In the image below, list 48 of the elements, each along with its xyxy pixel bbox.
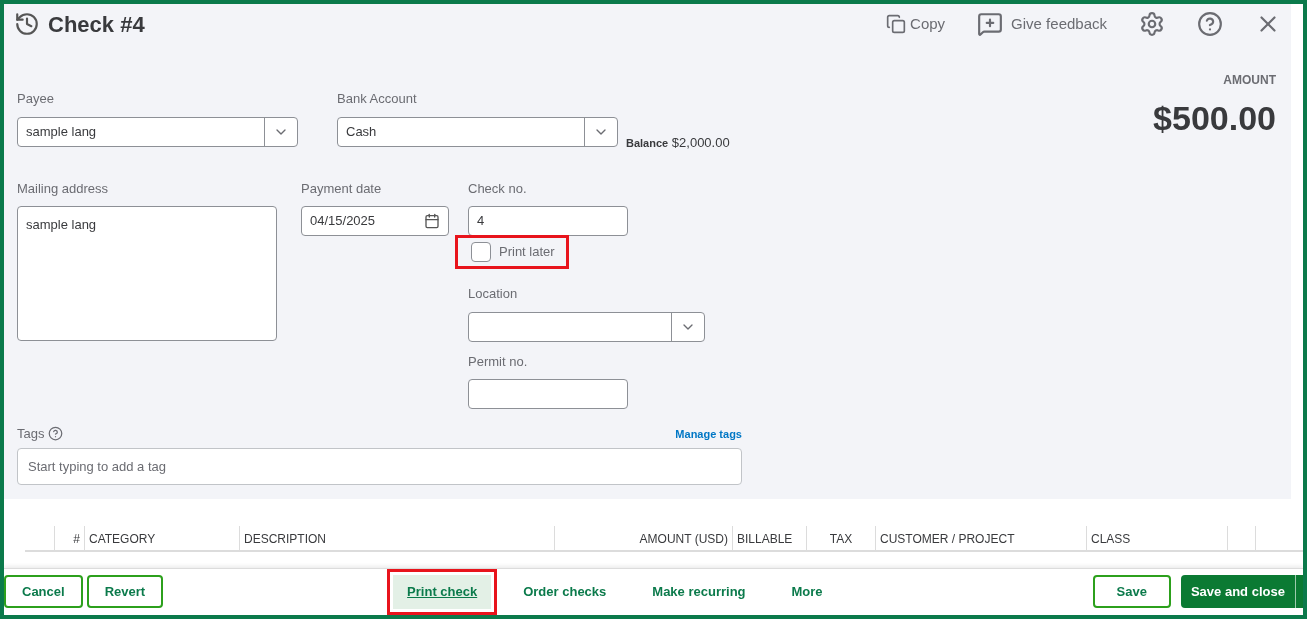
checkbox-label: Print later xyxy=(499,243,555,262)
field-label: Check no. xyxy=(468,179,528,198)
column-header: CLASS xyxy=(1087,525,1228,550)
history-icon[interactable] xyxy=(14,11,40,37)
column-header: TAX xyxy=(807,525,876,550)
column-header: CUSTOMER / PROJECT xyxy=(876,525,1087,550)
manage-tags-link[interactable]: Manage tags xyxy=(675,425,742,442)
window-title: Check #4 xyxy=(48,10,145,39)
dropdown-field[interactable]: Cash xyxy=(337,116,618,147)
footer-button[interactable]: Cancel xyxy=(4,575,83,609)
speech-bubble-icon xyxy=(977,11,1004,37)
settings-icon[interactable] xyxy=(1139,11,1165,37)
column-header: DESCRIPTION xyxy=(240,525,555,550)
copy-button[interactable]: Copy xyxy=(886,12,946,36)
field-label: Bank Account xyxy=(337,90,418,108)
column-header: BILLABLE xyxy=(733,525,807,550)
calendar-icon[interactable] xyxy=(424,213,440,229)
permit-field[interactable] xyxy=(468,379,628,409)
help-icon[interactable] xyxy=(1197,11,1223,37)
save-and-close-button[interactable]: Save and close xyxy=(1180,575,1303,609)
field-label: Location xyxy=(468,285,519,303)
dropdown-field[interactable] xyxy=(468,311,705,342)
dropdown-field[interactable]: sample lang xyxy=(17,116,298,147)
amount-label: AMOUNT xyxy=(1223,72,1276,89)
tags-field[interactable]: Start typing to add a tag xyxy=(17,447,742,485)
footer-button[interactable]: Revert xyxy=(86,575,164,609)
column-header: AMOUNT (USD) xyxy=(555,525,733,550)
check-number-field[interactable]: 4 xyxy=(468,206,628,236)
footer-link[interactable]: Make recurring xyxy=(638,574,760,609)
field-label: Payee xyxy=(17,90,55,108)
field-label: Permit no. xyxy=(468,352,529,371)
footer-link[interactable]: More xyxy=(777,574,837,609)
field-label: Payment date xyxy=(301,179,383,198)
help-icon[interactable] xyxy=(48,426,64,442)
field-label: Tags xyxy=(17,425,45,443)
feedback-button[interactable]: Give feedback xyxy=(977,11,1107,37)
checkbox[interactable] xyxy=(471,242,491,262)
date-field[interactable]: 04/15/2025 xyxy=(301,206,449,236)
footer-link[interactable]: Print check xyxy=(393,574,492,609)
amount-value: $500.00 xyxy=(1153,98,1276,139)
field-label: Mailing address xyxy=(17,179,110,198)
address-field[interactable]: sample lang xyxy=(17,206,277,341)
save-button[interactable]: Save xyxy=(1092,575,1171,609)
balance-text: Balance $2,000.00 xyxy=(626,134,730,152)
copy-icon xyxy=(886,14,907,34)
column-header: # xyxy=(55,525,85,550)
column-header: CATEGORY xyxy=(85,525,240,550)
footer-link[interactable]: Order checks xyxy=(509,574,621,609)
